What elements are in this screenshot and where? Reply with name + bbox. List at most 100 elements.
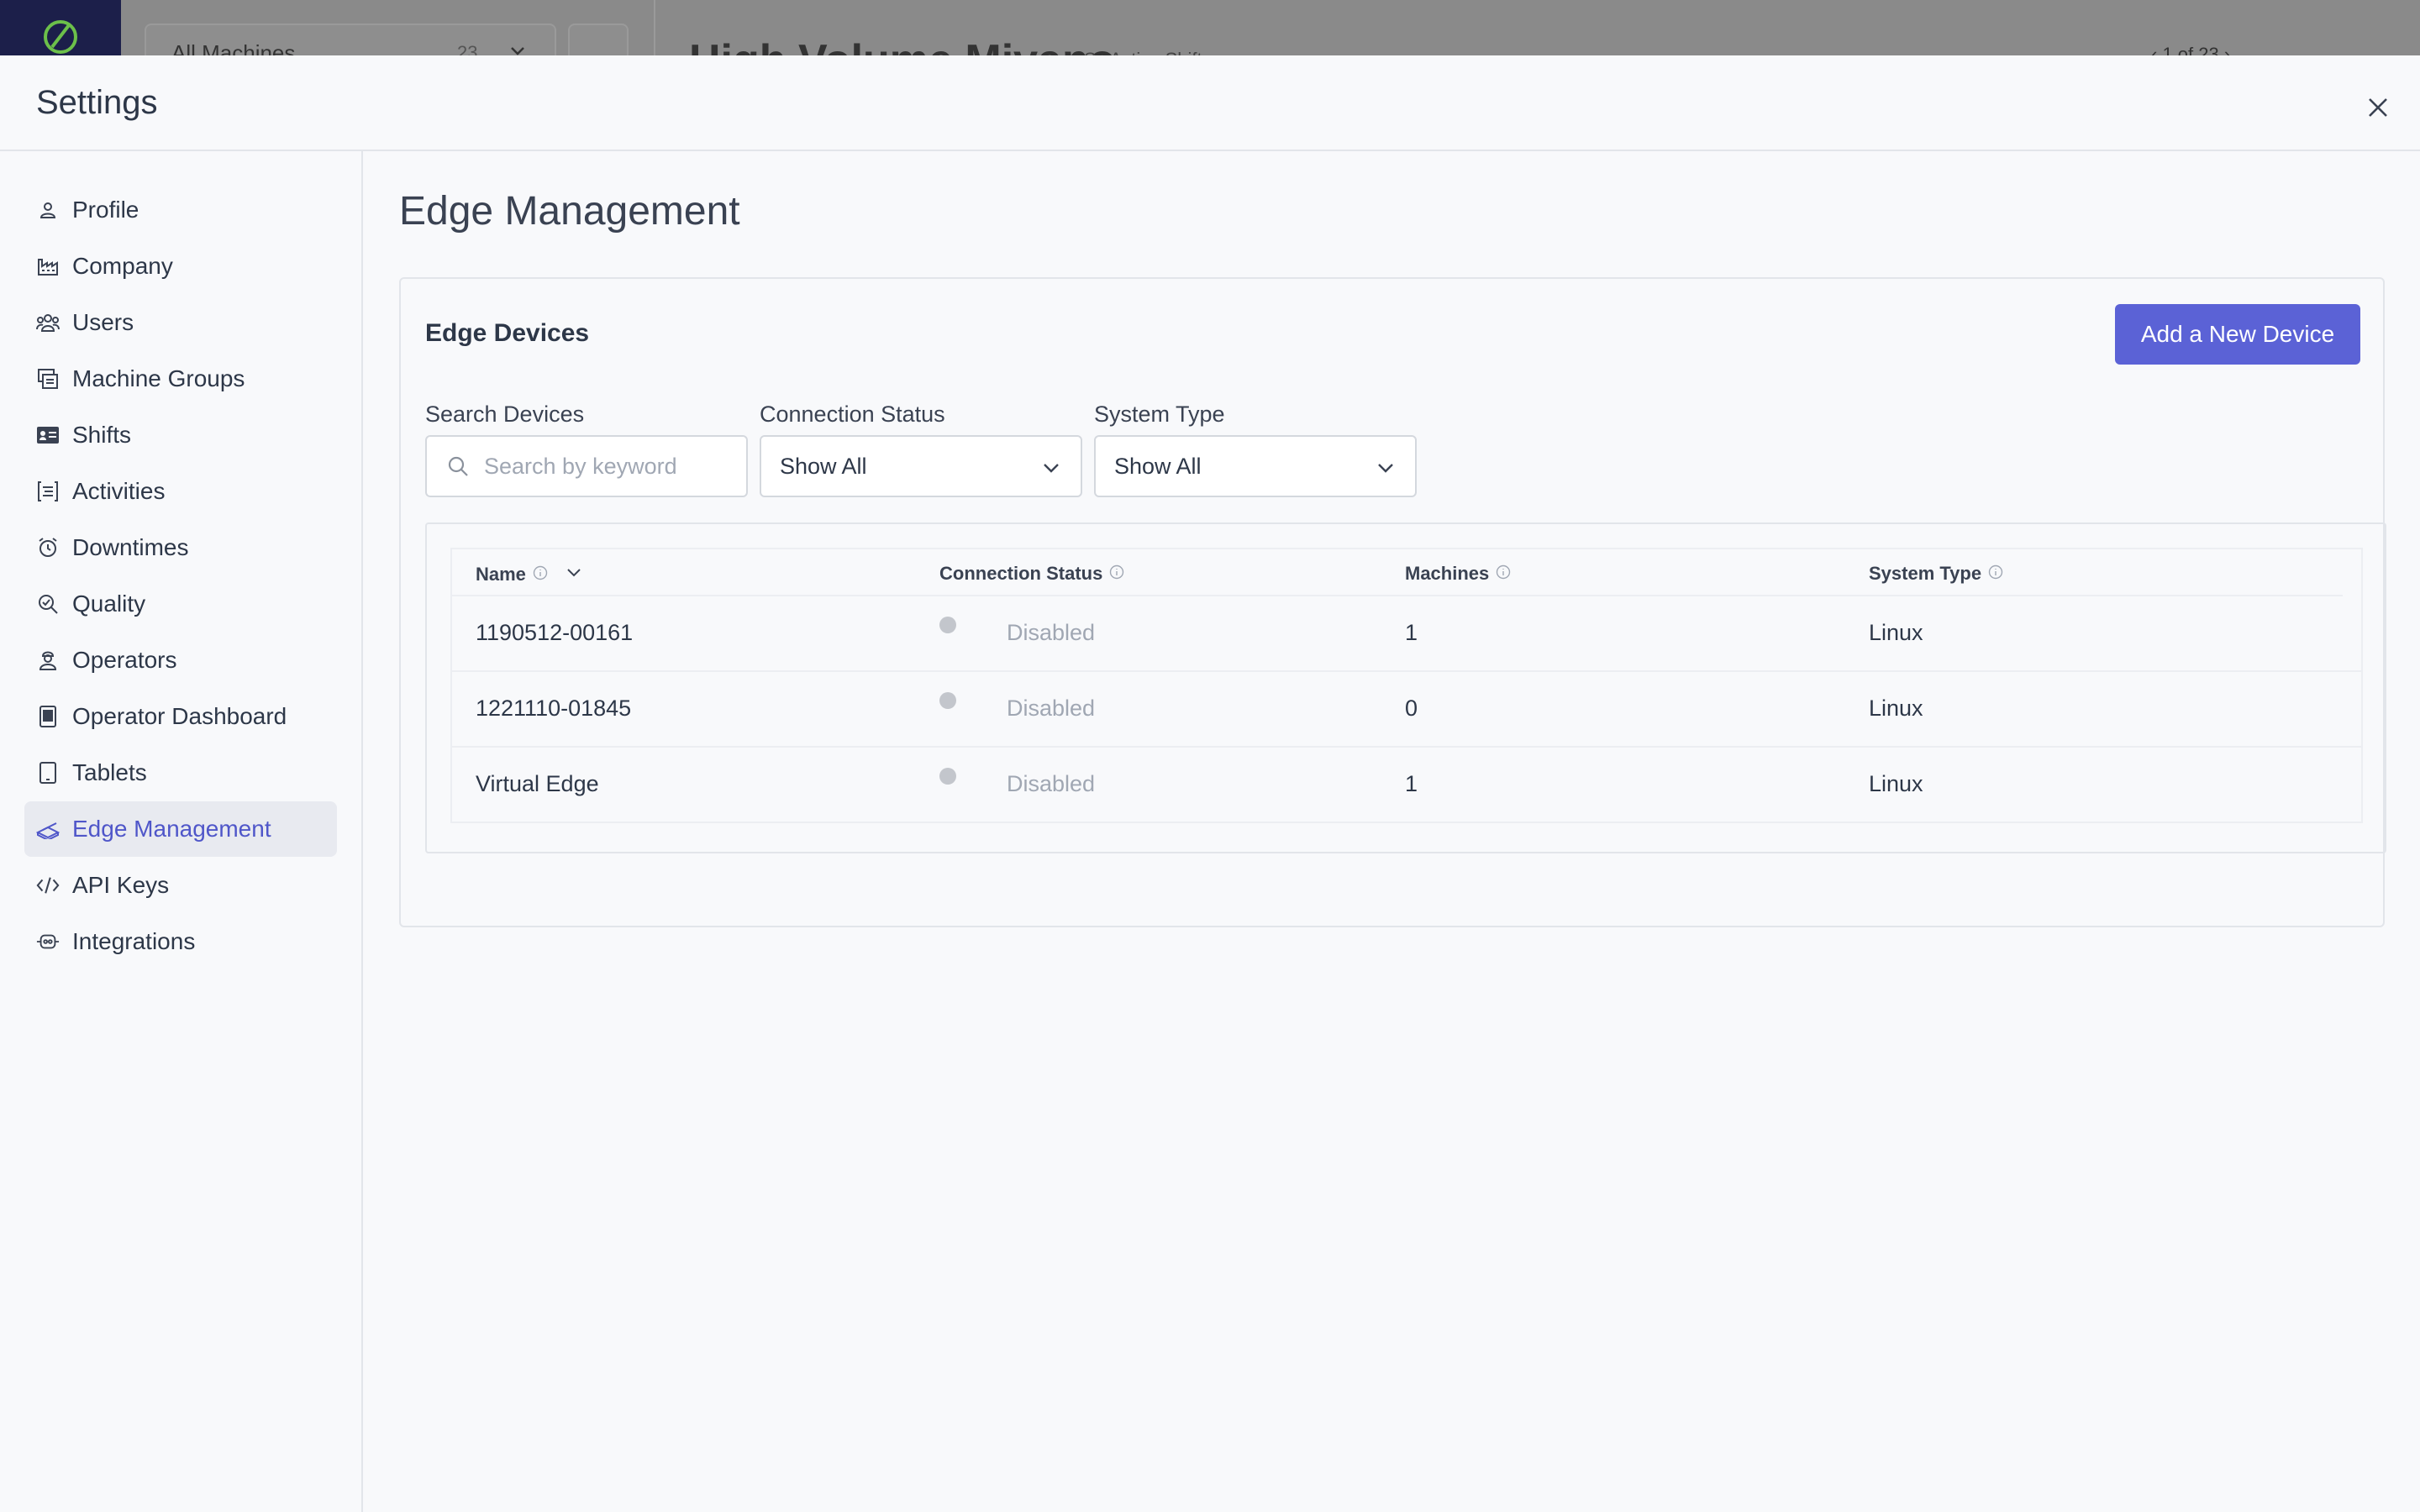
close-button[interactable] — [2360, 89, 2396, 126]
leaf-logo-icon — [44, 20, 77, 54]
sidebar-item-label: Tablets — [72, 759, 147, 785]
view-subtitle: Ss Active Shift — [1084, 49, 1202, 55]
id-card-icon — [36, 423, 60, 447]
operator-icon — [36, 648, 60, 672]
sidebar-item-shifts[interactable]: Shifts — [24, 407, 337, 463]
device-name: 1221110-01845 — [476, 696, 632, 721]
sidebar-item-integrations[interactable]: Integrations — [24, 914, 337, 969]
close-icon — [2369, 98, 2387, 117]
sidebar-item-operators[interactable]: Operators — [24, 633, 337, 688]
machine-groups-icon — [36, 367, 60, 391]
tablet-dashboard-icon — [36, 705, 60, 728]
sidebar-item-label: Integrations — [72, 928, 196, 954]
sidebar-item-label: Downtimes — [72, 534, 189, 560]
list-icon — [36, 480, 60, 503]
search-input[interactable] — [484, 453, 736, 480]
add-device-button[interactable]: Add a New Device — [2115, 304, 2360, 365]
sidebar-item-activities[interactable]: Activities — [24, 464, 337, 519]
connection-status-value: Show All — [780, 453, 867, 479]
chevron-down-icon — [508, 40, 528, 55]
sidebar-item-operator-dashboard[interactable]: Operator Dashboard — [24, 689, 337, 744]
code-icon — [36, 874, 60, 897]
devices-table-body: Name Connection Status Machines System T… — [450, 548, 2363, 823]
view-title: High Volume Mivano — [689, 35, 1116, 55]
factory-icon — [36, 255, 60, 278]
column-header-connection-status: Connection Status — [939, 563, 1124, 585]
edge-device-icon — [36, 817, 60, 841]
sidebar-item-users[interactable]: Users — [24, 295, 337, 350]
connection-status: Disabled — [1007, 771, 1096, 796]
connection-status-label: Connection Status — [760, 402, 945, 427]
sidebar-item-label: Company — [72, 253, 173, 279]
devices-table: Name Connection Status Machines System T… — [425, 522, 2386, 853]
status-dot-icon — [939, 768, 956, 785]
magnify-check-icon — [36, 592, 60, 616]
page-title: Edge Management — [399, 189, 740, 234]
sidebar-item-label: Machine Groups — [72, 365, 245, 391]
system-type-select[interactable]: Show All — [1094, 435, 1417, 497]
card-title: Edge Devices — [425, 319, 590, 347]
column-header-label: Machines — [1405, 563, 1490, 584]
system-type: Linux — [1869, 771, 1923, 796]
system-type-label: System Type — [1094, 402, 1225, 427]
sidebar-item-label: API Keys — [72, 872, 170, 898]
sidebar-item-machine-groups[interactable]: Machine Groups — [24, 351, 337, 407]
sidebar-item-company[interactable]: Company — [24, 239, 337, 294]
table-row[interactable]: Virtual Edge Disabled 1 Linux — [452, 748, 2361, 823]
machine-select[interactable]: All Machines 23 — [145, 24, 556, 55]
sidebar-item-quality[interactable]: Quality — [24, 576, 337, 632]
status-dot-icon — [939, 692, 956, 709]
column-header-label: Name — [476, 564, 526, 585]
table-row[interactable]: 1221110-01845 Disabled 0 Linux — [452, 672, 2361, 748]
column-header-system-type: System Type — [1869, 563, 2003, 585]
sidebar-item-edge-management[interactable]: Edge Management — [24, 801, 337, 857]
search-devices-label: Search Devices — [425, 402, 585, 427]
connection-status-select[interactable]: Show All — [760, 435, 1082, 497]
machine-count-badge: 23 — [457, 42, 478, 55]
header-divider — [654, 0, 655, 55]
machine-select-label: All Machines — [171, 40, 296, 55]
status-dot-icon — [939, 617, 956, 633]
device-name: 1190512-00161 — [476, 620, 634, 645]
sidebar-item-downtimes[interactable]: Downtimes — [24, 520, 337, 575]
settings-sidebar: Profile Company Users Machine Groups Shi… — [0, 151, 363, 1512]
chevron-down-icon — [1040, 457, 1062, 483]
sidebar-item-profile[interactable]: Profile — [24, 182, 337, 238]
column-header-label: System Type — [1869, 563, 1982, 584]
sidebar-item-label: Users — [72, 309, 134, 335]
sidebar-item-label: Edge Management — [72, 816, 271, 842]
chevron-down-icon — [1375, 457, 1397, 483]
sidebar-item-api-keys[interactable]: API Keys — [24, 858, 337, 913]
connection-status: Disabled — [1007, 620, 1096, 645]
users-icon — [36, 311, 60, 334]
alarm-clock-icon — [36, 536, 60, 559]
modal-header: Settings — [0, 55, 2420, 151]
sidebar-item-label: Quality — [72, 591, 146, 617]
sidebar-item-label: Operators — [72, 647, 177, 673]
sidebar-item-tablets[interactable]: Tablets — [24, 745, 337, 801]
info-icon — [1988, 563, 2003, 585]
plug-icon — [36, 930, 60, 953]
info-icon — [1496, 563, 1511, 585]
search-field[interactable] — [425, 435, 748, 497]
info-icon — [1109, 563, 1124, 585]
search-icon — [445, 454, 471, 479]
info-icon — [533, 564, 548, 585]
sidebar-item-label: Activities — [72, 478, 166, 504]
grid-view-button[interactable]: ••• — [568, 24, 629, 55]
table-row[interactable]: 1190512-00161 Disabled 1 Linux — [452, 596, 2361, 672]
table-header: Name Connection Status Machines System T… — [452, 549, 2343, 596]
machines-count: 1 — [1405, 620, 1418, 645]
column-header-name[interactable]: Name — [476, 563, 583, 586]
user-icon — [36, 198, 60, 222]
edge-devices-card: Edge Devices Add a New Device Search Dev… — [399, 277, 2386, 927]
sort-chevron-icon[interactable] — [565, 563, 583, 586]
pager[interactable]: ‹ 1 of 23 › — [2151, 44, 2230, 55]
background-app-header: All Machines 23 ••• High Volume Mivano S… — [0, 0, 2420, 55]
column-header-machines: Machines — [1405, 563, 1511, 585]
device-name: Virtual Edge — [476, 771, 599, 796]
tablet-icon — [36, 761, 60, 785]
modal-title: Settings — [36, 84, 158, 121]
machines-count: 1 — [1405, 771, 1418, 796]
system-type: Linux — [1869, 696, 1923, 721]
